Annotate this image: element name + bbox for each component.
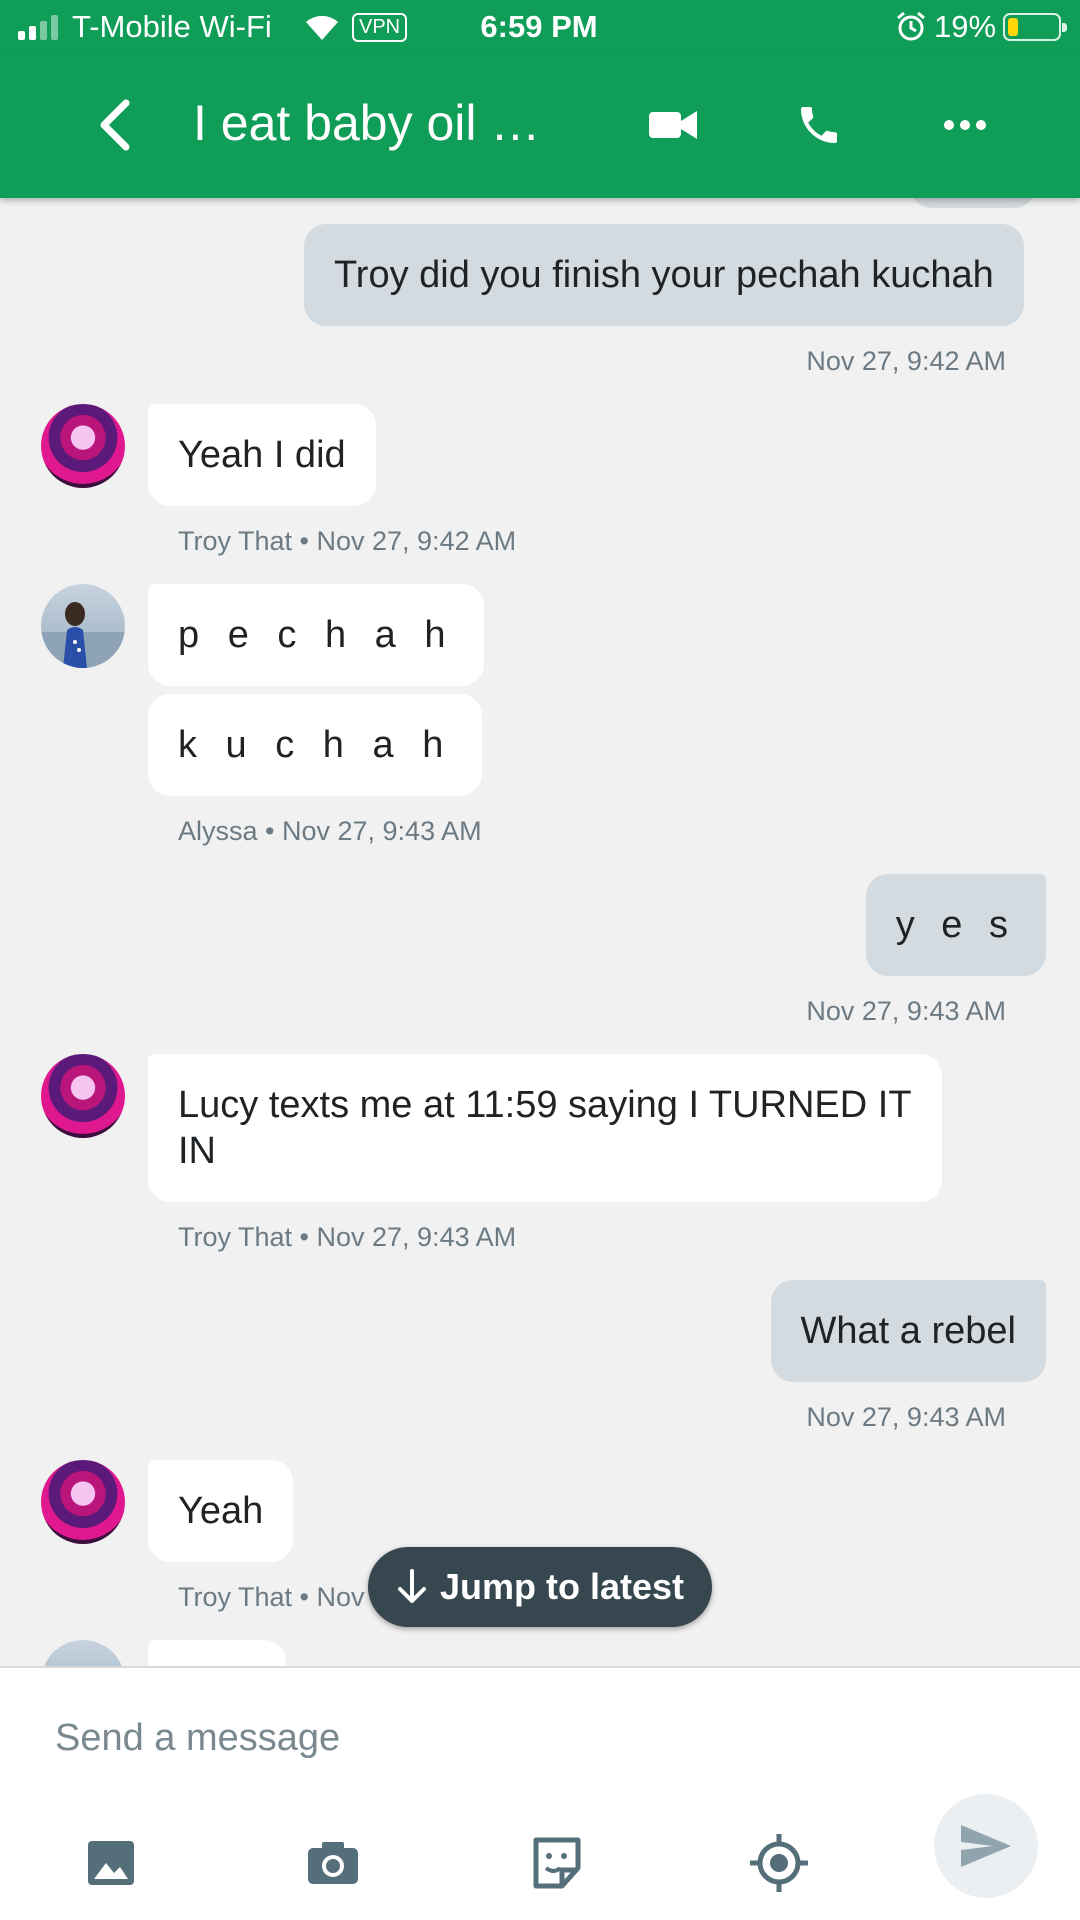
outgoing-message[interactable]: What a rebel (770, 1280, 1046, 1382)
arrow-down-icon (397, 1569, 426, 1603)
incoming-message[interactable]: Lucy texts me at 11:59 saying I TURNED I… (148, 1054, 942, 1202)
camera-icon (308, 1842, 358, 1884)
message-timestamp: Nov 27, 9:43 AM (806, 1402, 1006, 1432)
sender-timestamp: Alyssa • Nov 27, 9:43 AM (178, 816, 482, 846)
battery-icon (1003, 13, 1067, 41)
conversation-title[interactable]: I eat baby oil 👶… (193, 94, 601, 153)
more-horizontal-icon (944, 120, 986, 130)
clock: 6:59 PM (480, 9, 598, 44)
sender-timestamp: Troy That • Nov 27, 9:42 AM (178, 526, 517, 556)
jump-to-latest-label: Jump to latest (439, 1566, 685, 1607)
message-input[interactable] (55, 1708, 855, 1768)
status-bar: T-Mobile Wi-Fi VPN 6:59 PM 19% (0, 0, 1080, 52)
jump-to-latest-button[interactable]: Jump to latest (368, 1547, 712, 1627)
outgoing-message[interactable]: y e s (865, 874, 1046, 976)
location-target-icon (750, 1834, 808, 1892)
send-button[interactable] (934, 1794, 1038, 1898)
alarm-clock-icon (895, 10, 927, 47)
avatar-alyssa-partial (41, 1640, 125, 1666)
more-options-button[interactable] (932, 92, 998, 158)
avatar-troy[interactable] (41, 1460, 125, 1544)
sticker-button[interactable] (522, 1828, 592, 1898)
incoming-message[interactable]: Yeah I did (148, 404, 376, 506)
message-line: Lucy texts me at 11:59 saying I TURNED I… (178, 1084, 912, 1126)
message-bubble-partial (148, 1640, 286, 1666)
back-button[interactable] (92, 97, 142, 153)
message-line: IN (178, 1130, 216, 1172)
sender-timestamp: Troy That • Nov 27, 9:43 AM (178, 1222, 517, 1252)
app-header: I eat baby oil 👶… (0, 52, 1080, 198)
avatar-troy[interactable] (41, 1054, 125, 1138)
message-list[interactable]: Troy did you finish your pechah kuchah N… (0, 198, 1080, 1666)
compose-bar (0, 1666, 1080, 1920)
voice-call-button[interactable] (786, 92, 852, 158)
location-button[interactable] (744, 1828, 814, 1898)
gallery-button[interactable] (76, 1828, 146, 1898)
sender-timestamp: Troy That • Nov 2 (178, 1582, 388, 1612)
incoming-message[interactable]: k u c h a h (148, 694, 483, 796)
avatar-alyssa[interactable] (41, 584, 125, 668)
sticker-icon (533, 1837, 581, 1889)
incoming-message[interactable]: Yeah (148, 1460, 294, 1562)
send-icon (961, 1825, 1011, 1867)
battery-percent: 19% (934, 9, 997, 44)
video-call-button[interactable] (640, 92, 706, 158)
camera-button[interactable] (298, 1828, 368, 1898)
incoming-message[interactable]: p e c h a h (148, 584, 485, 686)
avatar-troy[interactable] (41, 404, 125, 488)
outgoing-message[interactable]: Troy did you finish your pechah kuchah (304, 224, 1024, 326)
image-icon (88, 1841, 134, 1885)
message-timestamp: Nov 27, 9:43 AM (806, 996, 1006, 1026)
chevron-left-icon (100, 99, 130, 151)
message-timestamp: Nov 27, 9:42 AM (806, 346, 1006, 376)
message-bubble-partial (910, 198, 1036, 208)
phone-icon (801, 107, 837, 143)
video-camera-icon (649, 111, 697, 139)
